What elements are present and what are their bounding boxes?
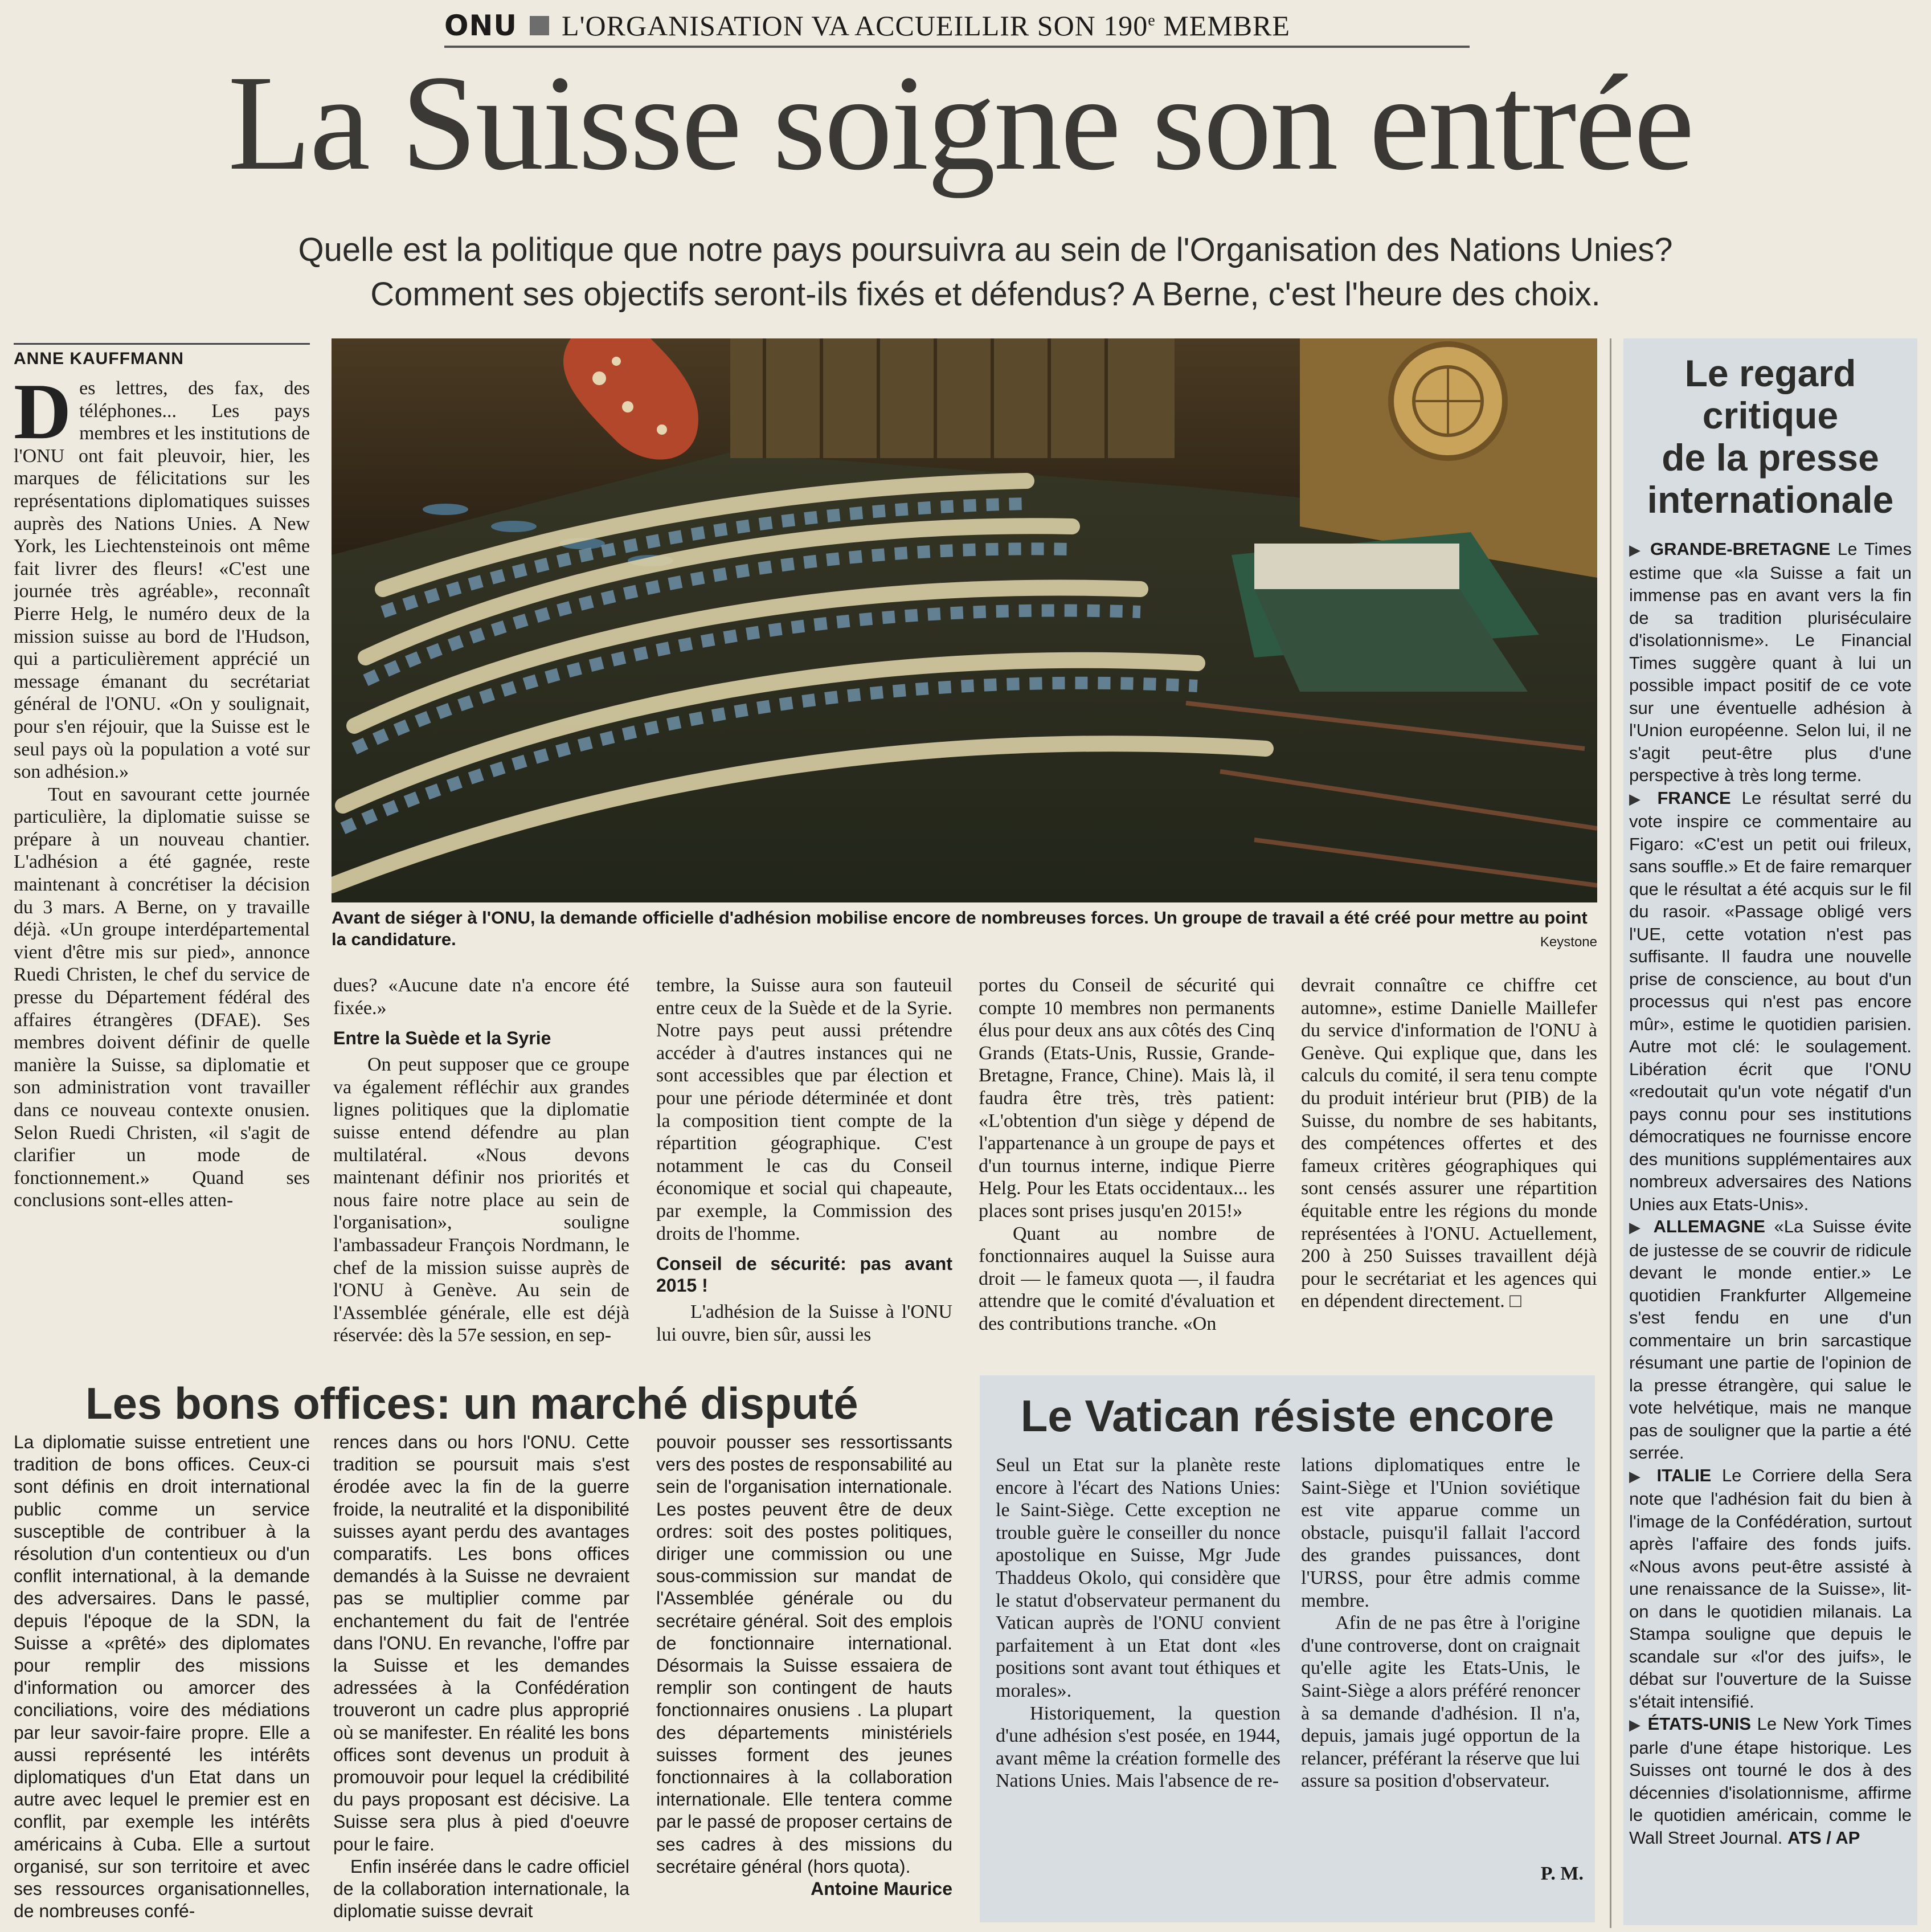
paragraph: tembre, la Suisse aura son fauteuil entr… [656, 975, 952, 1244]
signature: Antoine Maurice [811, 1878, 952, 1900]
bons-offices-col-1: La diplomatie suisse entretient une trad… [14, 1432, 310, 1922]
paragraph: portes du Conseil de sécurité qui compte… [979, 975, 1275, 1222]
vatican-title: Le Vatican résiste encore [1020, 1391, 1554, 1441]
press-entry: ▶ FRANCE Le résultat serré du vote inspi… [1629, 787, 1912, 1214]
main-article-col-4: portes du Conseil de sécurité qui compte… [979, 974, 1275, 1362]
photo-credit: Keystone [1540, 934, 1597, 950]
headline: La Suisse soigne son entrée [228, 47, 1695, 198]
paragraph: Tout en savourant cette journée particul… [14, 783, 310, 1211]
subheading: Entre la Suède et la Syrie [333, 1028, 551, 1049]
triangle-bullet-icon: ▶ [1629, 541, 1643, 558]
paragraph: Afin de ne pas être à l'origine d'une co… [1301, 1612, 1580, 1792]
byline: ANNE KAUFFMANN [14, 343, 310, 369]
un-assembly-photo [332, 338, 1597, 902]
triangle-bullet-icon: ▶ [1629, 1467, 1646, 1485]
photo-caption: Avant de siéger à l'ONU, la demande offi… [332, 908, 1588, 949]
paragraph: On peut supposer que ce groupe va égalem… [333, 1054, 629, 1346]
deck-line-2: Comment ses objectifs seront-ils fixés e… [370, 276, 1601, 313]
paragraph: lations diplomatiques entre le Saint-Siè… [1301, 1455, 1580, 1611]
country-label: ALLEMAGNE [1653, 1216, 1765, 1236]
paragraph: Des lettres, des fax, des téléphones... … [14, 377, 310, 783]
triangle-bullet-icon: ▶ [1629, 1219, 1644, 1236]
paragraph: Historiquement, la question d'une adhési… [996, 1702, 1280, 1792]
sidebar-title: Le regard critique de la presse internat… [1647, 352, 1894, 521]
kicker-text: L'ORGANISATION VA ACCUEILLIR SON 190e ME… [561, 10, 1290, 42]
vatican-col-2: lations diplomatiques entre le Saint-Siè… [1301, 1454, 1580, 1893]
deck: Quelle est la politique que notre pays p… [216, 228, 1754, 317]
paragraph: Seul un Etat sur la planète reste encore… [996, 1455, 1280, 1701]
square-bullet-icon [529, 16, 549, 35]
bons-offices-col-2: rences dans ou hors l'ONU. Cette traditi… [333, 1431, 629, 1927]
country-label: FRANCE [1657, 787, 1731, 808]
paragraph: devrait connaître ce chiffre cet automne… [1301, 975, 1597, 1312]
press-entry: ▶ GRANDE-BRETAGNE Le Times estime que «l… [1629, 539, 1912, 785]
press-entry: ▶ ITALIE Le Corriere della Sera note que… [1629, 1465, 1912, 1712]
press-review-sidebar: Le regard critique de la presse internat… [1623, 338, 1917, 1925]
agency-signature: ATS / AP [1787, 1827, 1860, 1848]
triangle-bullet-icon: ▶ [1629, 1716, 1642, 1733]
country-label: GRANDE-BRETAGNE [1650, 539, 1831, 559]
sidebar-text: ▶ GRANDE-BRETAGNE Le Times estime que «l… [1623, 538, 1917, 1849]
main-article-col-1: Des lettres, des fax, des téléphones... … [14, 377, 310, 1363]
main-article-col-3: tembre, la Suisse aura son fauteuil entr… [656, 974, 952, 1362]
column-rule [1610, 338, 1611, 1928]
kicker-section: ONU [444, 9, 517, 42]
press-entry: ▶ ÉTATS-UNIS Le New York Times parle d'u… [1629, 1714, 1912, 1848]
paragraph: Enfin insérée dans le cadre officiel de … [333, 1856, 629, 1922]
photo-illustration [332, 338, 1597, 902]
section-kicker: ONU L'ORGANISATION VA ACCUEILLIR SON 190… [444, 9, 1470, 48]
main-article-col-2: dues? «Aucune date n'a encore été fixée.… [333, 974, 629, 1362]
vatican-signature: P. M. [1540, 1863, 1584, 1884]
dropcap: D [14, 377, 72, 456]
paragraph: pouvoir pousser ses ressortissants vers … [656, 1432, 952, 1877]
paragraph: rences dans ou hors l'ONU. Cette traditi… [333, 1432, 629, 1855]
paragraph: L'adhésion de la Suisse à l'ONU lui ouvr… [656, 1301, 952, 1345]
country-label: ÉTATS-UNIS [1647, 1714, 1752, 1734]
triangle-bullet-icon: ▶ [1629, 790, 1647, 807]
subheading: Conseil de sécurité: pas avant 2015 ! [656, 1253, 952, 1296]
bons-offices-title: Les bons offices: un marché disputé [85, 1378, 858, 1428]
bons-offices-col-3: pouvoir pousser ses ressortissants vers … [656, 1431, 952, 1927]
paragraph: dues? «Aucune date n'a encore été fixée.… [333, 975, 629, 1019]
vatican-col-1: Seul un Etat sur la planète reste encore… [996, 1454, 1280, 1893]
deck-line-1: Quelle est la politique que notre pays p… [298, 231, 1673, 268]
country-label: ITALIE [1656, 1465, 1712, 1485]
press-entry: ▶ ALLEMAGNE «La Suisse évite de justesse… [1629, 1216, 1912, 1463]
main-article-col-5: devrait connaître ce chiffre cet automne… [1301, 974, 1597, 1362]
paragraph: Quant au nombre de fonctionnaires auquel… [979, 1223, 1275, 1334]
